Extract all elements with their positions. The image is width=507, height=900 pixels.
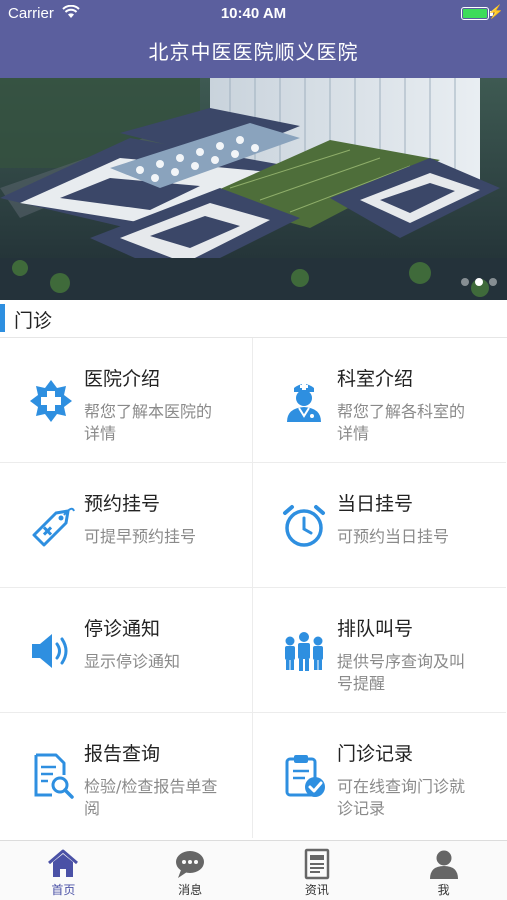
service-outpatient-records[interactable]: 门诊记录 可在线查询门诊就诊记录 [253,713,506,838]
section-header: 门诊 [0,300,507,338]
service-grid: 医院介绍 帮您了解本医院的详情 科室介绍 帮您了解各科室的详情 预约挂号 可提早… [0,338,507,840]
tab-label: 消息 [178,883,203,897]
carousel-dots[interactable] [461,278,497,286]
service-desc: 帮您了解本医院的详情 [84,402,213,443]
service-title: 停诊通知 [84,618,161,640]
tab-bar: 首页 消息 资讯 我 [0,840,507,900]
service-department-intro[interactable]: 科室介绍 帮您了解各科室的详情 [253,338,506,463]
service-title: 门诊记录 [337,743,414,765]
service-same-day[interactable]: 当日挂号 可预约当日挂号 [253,463,506,588]
tab-me[interactable]: 我 [380,841,507,900]
charging-icon: ⚡ [487,4,504,19]
service-suspension-notice[interactable]: 停诊通知 显示停诊通知 [0,588,253,713]
service-appointment[interactable]: 预约挂号 可提早预约挂号 [0,463,253,588]
tab-label: 首页 [51,883,76,897]
service-title: 科室介绍 [337,368,414,390]
tab-news[interactable]: 资讯 [254,841,381,900]
service-title: 预约挂号 [84,493,161,515]
tab-home[interactable]: 首页 [0,841,127,900]
people-queue-icon [279,626,329,676]
tab-label: 我 [437,883,450,897]
service-desc: 帮您了解各科室的详情 [337,402,466,443]
clock: 10:40 AM [220,5,287,22]
carousel-dot[interactable] [489,278,497,286]
speaker-icon [26,626,76,676]
service-report-query[interactable]: 报告查询 检验/检查报告单查阅 [0,713,253,838]
service-desc: 可在线查询门诊就诊记录 [337,777,466,818]
report-search-icon [26,751,76,801]
service-desc: 可预约当日挂号 [337,527,450,546]
service-desc: 可提早预约挂号 [84,527,197,546]
hospital-aerial-image [0,78,507,300]
service-hospital-intro[interactable]: 医院介绍 帮您了解本医院的详情 [0,338,253,463]
user-icon [427,847,461,881]
service-title: 排队叫号 [337,618,414,640]
hospital-banner[interactable] [0,78,507,300]
service-title: 医院介绍 [84,368,161,390]
doctor-icon [279,376,329,426]
service-desc: 检验/检查报告单查阅 [84,777,218,818]
service-desc: 显示停诊通知 [84,652,181,671]
service-title: 当日挂号 [337,493,414,515]
clipboard-check-icon [279,751,329,801]
news-icon [300,847,334,881]
nav-title: 北京中医医院顺义医院 [0,28,507,78]
service-desc: 提供号序查询及叫号提醒 [337,652,466,693]
home-icon [46,847,80,881]
status-bar: Carrier 10:40 AM ⚡ [0,0,507,28]
section-title: 门诊 [14,310,53,332]
chat-icon [173,847,207,881]
service-queue[interactable]: 排队叫号 提供号序查询及叫号提醒 [253,588,506,713]
service-title: 报告查询 [84,743,161,765]
carousel-dot[interactable] [475,278,483,286]
battery-icon [461,7,489,20]
tab-messages[interactable]: 消息 [127,841,254,900]
carousel-dot[interactable] [461,278,469,286]
section-accent-bar [0,304,5,332]
hospital-cross-icon [26,376,76,426]
alarm-clock-icon [279,501,329,551]
tag-icon [26,501,76,551]
tab-label: 资讯 [304,883,329,897]
